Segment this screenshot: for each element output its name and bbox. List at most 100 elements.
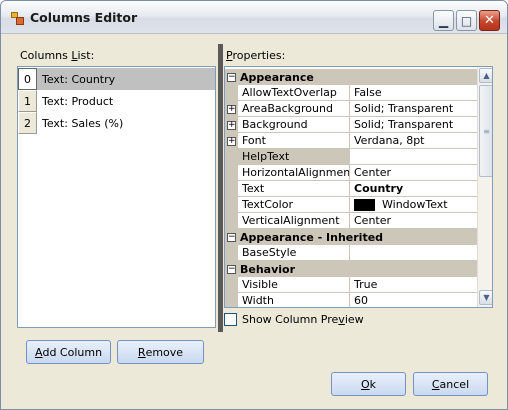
property-value-text: 60	[354, 294, 368, 307]
property-row[interactable]: Text Country	[225, 181, 477, 197]
list-item-label: Text: Sales (%)	[42, 116, 124, 130]
property-name: BaseStyle	[238, 245, 350, 261]
property-value[interactable]: Country	[350, 181, 477, 197]
window-title: Columns Editor	[30, 10, 138, 25]
property-name: Text	[238, 181, 350, 197]
property-row[interactable]: TextColor WindowText	[225, 197, 477, 213]
property-value-text: Verdana, 8pt	[354, 134, 425, 147]
property-row[interactable]: BaseStyle	[225, 245, 477, 261]
show-column-preview-checkbox[interactable]	[224, 313, 237, 326]
property-name: VerticalAlignment	[238, 213, 350, 229]
row-margin: +	[225, 133, 238, 149]
property-name: Background	[238, 117, 350, 133]
scroll-down-button[interactable]: ▼	[479, 290, 492, 305]
property-value-text: Center	[354, 214, 392, 227]
property-name: HelpText	[238, 149, 350, 165]
property-value[interactable]: Center	[350, 165, 477, 181]
property-value-text: Solid; Transparent	[354, 102, 454, 115]
columns-editor-window: Columns Editor ▁ □ ✕ Columns List: 0 Tex…	[0, 0, 508, 410]
maximize-icon: □	[460, 13, 473, 28]
category-label: Appearance - Inherited	[240, 230, 384, 244]
expand-icon[interactable]: +	[227, 136, 236, 146]
property-value-text: WindowText	[382, 198, 448, 211]
row-margin	[225, 149, 238, 165]
show-column-preview-label[interactable]: Show Column Preview	[242, 313, 364, 326]
property-row[interactable]: + Background Solid; Transparent	[225, 117, 477, 133]
property-row[interactable]: Width 60	[225, 293, 477, 307]
scroll-up-button[interactable]: ▲	[479, 68, 492, 83]
property-name: Font	[238, 133, 350, 149]
grip-icon: ≡	[483, 126, 490, 136]
add-column-button[interactable]: Add Column	[26, 340, 111, 364]
columns-list[interactable]: 0 Text: Country 1 Text: Product 2 Text: …	[17, 66, 216, 328]
property-value-text: Country	[354, 182, 404, 195]
list-item[interactable]: 1 Text: Product	[18, 90, 215, 112]
row-margin	[225, 293, 238, 307]
columns-list-label: Columns List:	[20, 49, 95, 62]
property-row[interactable]: AllowTextOverlap False	[225, 85, 477, 101]
minimize-button[interactable]: ▁	[433, 10, 454, 31]
property-value[interactable]: False	[350, 85, 477, 101]
category-row[interactable]: − Appearance - Inherited	[225, 229, 477, 245]
property-name: HorizontalAlignment	[238, 165, 350, 181]
property-value[interactable]: Center	[350, 213, 477, 229]
property-row[interactable]: VerticalAlignment Center	[225, 213, 477, 229]
property-value[interactable]: Verdana, 8pt	[350, 133, 477, 149]
scroll-thumb[interactable]: ≡	[479, 85, 492, 177]
property-name: Width	[238, 293, 350, 307]
list-item-label: Text: Product	[42, 94, 114, 108]
collapse-icon[interactable]: −	[227, 72, 236, 82]
property-name: AreaBackground	[238, 101, 350, 117]
property-row[interactable]: + Font Verdana, 8pt	[225, 133, 477, 149]
row-margin	[225, 85, 238, 101]
property-value[interactable]: True	[350, 277, 477, 293]
splitter[interactable]	[218, 44, 223, 332]
list-item[interactable]: 0 Text: Country	[18, 68, 215, 90]
property-name: AllowTextOverlap	[238, 85, 350, 101]
list-item[interactable]: 2 Text: Sales (%)	[18, 112, 215, 134]
maximize-button[interactable]: □	[456, 10, 477, 31]
property-value[interactable]	[350, 245, 477, 261]
property-value-text: True	[354, 278, 378, 291]
property-value-text: False	[354, 86, 382, 99]
property-value[interactable]: Solid; Transparent	[350, 117, 477, 133]
property-row[interactable]: HelpText	[225, 149, 477, 165]
row-margin	[225, 181, 238, 197]
property-value[interactable]: WindowText	[350, 197, 477, 213]
row-index: 1	[18, 90, 37, 112]
expand-icon[interactable]: +	[227, 120, 236, 130]
property-row[interactable]: Visible True	[225, 277, 477, 293]
property-grid-scrollbar[interactable]: ▲ ≡ ▼	[477, 67, 492, 307]
ok-button[interactable]: Ok	[331, 372, 406, 396]
collapse-icon[interactable]: −	[227, 264, 236, 274]
row-index: 2	[18, 112, 37, 134]
category-row[interactable]: − Behavior	[225, 261, 477, 277]
property-grid[interactable]: − Appearance AllowTextOverlap False + AreaBac…	[224, 66, 493, 308]
close-button[interactable]: ✕	[479, 10, 500, 31]
row-margin: +	[225, 101, 238, 117]
color-swatch	[354, 198, 375, 211]
title-bar[interactable]: Columns Editor ▁ □ ✕	[1, 1, 507, 34]
property-name: Visible	[238, 277, 350, 293]
property-row[interactable]: HorizontalAlignment Center	[225, 165, 477, 181]
row-margin: +	[225, 117, 238, 133]
app-icon	[11, 12, 24, 25]
property-row[interactable]: + AreaBackground Solid; Transparent	[225, 101, 477, 117]
cancel-button[interactable]: Cancel	[413, 372, 488, 396]
property-value-text: Center	[354, 166, 392, 179]
collapse-icon[interactable]: −	[227, 232, 236, 242]
row-margin	[225, 213, 238, 229]
property-value[interactable]	[350, 149, 477, 165]
properties-label: Properties:	[226, 49, 286, 62]
property-value[interactable]: 60	[350, 293, 477, 307]
close-icon: ✕	[484, 13, 495, 28]
remove-button[interactable]: Remove	[117, 340, 204, 364]
row-margin	[225, 165, 238, 181]
property-value[interactable]: Solid; Transparent	[350, 101, 477, 117]
row-index: 0	[18, 68, 37, 90]
chevron-up-icon: ▲	[483, 71, 490, 80]
expand-icon[interactable]: +	[227, 104, 236, 114]
chevron-down-icon: ▼	[483, 293, 490, 302]
category-row[interactable]: − Appearance	[225, 69, 477, 85]
property-name: TextColor	[238, 197, 350, 213]
